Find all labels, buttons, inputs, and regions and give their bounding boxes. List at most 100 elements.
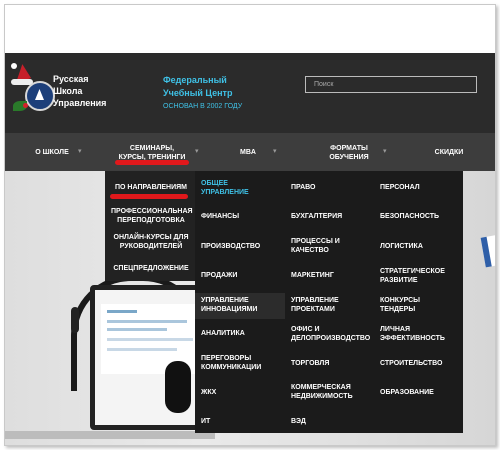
desk-surface xyxy=(5,431,215,439)
nav-label-line-2: ОБУЧЕНИЯ xyxy=(329,154,369,161)
menu-label-line-2: КАЧЕСТВО xyxy=(291,247,329,254)
menu-item-strategic-development[interactable]: СТРАТЕГИЧЕСКОЕ РАЗВИТИЕ xyxy=(380,267,464,285)
nav-item-about[interactable]: О ШКОЛЕ xyxy=(27,148,77,157)
menu-label-line-1: ОФИС И xyxy=(291,326,320,333)
menu-item-education[interactable]: ОБРАЗОВАНИЕ xyxy=(380,388,464,397)
menu-label: БУХГАЛТЕРИЯ xyxy=(291,213,343,220)
menu-label: ВЭД xyxy=(291,418,306,425)
menu-item-law[interactable]: ПРАВО xyxy=(291,183,375,192)
menu-label-line-1: ОБЩЕЕ xyxy=(201,180,228,187)
menu-item-negotiations[interactable]: ПЕРЕГОВОРЫ КОММУНИКАЦИИ xyxy=(201,354,285,372)
nav-item-mba[interactable]: MBA xyxy=(233,148,263,157)
menu-item-foreign-trade[interactable]: ВЭД xyxy=(291,417,375,426)
nav-label-line-1: СЕМИНАРЫ, xyxy=(129,145,175,152)
microphone-icon xyxy=(71,307,79,333)
submenu-label-line-1: ОНЛАЙН-КУРСЫ ДЛЯ xyxy=(113,234,189,241)
menu-item-commercial-realty[interactable]: КОММЕРЧЕСКАЯ НЕДВИЖИМОСТЬ xyxy=(291,383,375,401)
menu-label-line-2: ИННОВАЦИЯМИ xyxy=(201,306,258,313)
menu-label: ПРОИЗВОДСТВО xyxy=(201,243,261,250)
nav-item-formats[interactable]: ФОРМАТЫ ОБУЧЕНИЯ xyxy=(321,144,377,162)
menu-label: ПРАВО xyxy=(291,184,316,191)
tagline-line-1: Федеральный xyxy=(163,75,227,85)
screen-line xyxy=(107,310,137,313)
search-input[interactable] xyxy=(305,76,477,93)
submenu-item-special-offer[interactable]: СПЕЦПРЕДЛОЖЕНИЕ xyxy=(111,264,191,273)
screen-line xyxy=(107,320,187,323)
screen-line xyxy=(107,328,167,331)
nav-label: СКИДКИ xyxy=(434,149,464,156)
menu-item-finance[interactable]: ФИНАНСЫ xyxy=(201,212,285,221)
brand-line-3: Управления xyxy=(53,98,107,108)
menu-label: БЕЗОПАСНОСТЬ xyxy=(380,213,440,220)
menu-item-it[interactable]: ИТ xyxy=(201,417,285,426)
nav-label: MBA xyxy=(240,149,256,156)
tagline-line-2: Учебный Центр xyxy=(163,88,233,98)
menu-item-general-management[interactable]: ОБЩЕЕ УПРАВЛЕНИЕ xyxy=(201,179,285,197)
menu-item-personnel[interactable]: ПЕРСОНАЛ xyxy=(380,183,464,192)
menu-label: ПРОДАЖИ xyxy=(201,272,238,279)
menu-item-tenders[interactable]: КОНКУРСЫ ТЕНДЕРЫ xyxy=(380,296,464,314)
menu-item-trade[interactable]: ТОРГОВЛЯ xyxy=(291,359,375,368)
menu-label: СТРОИТЕЛЬСТВО xyxy=(380,360,443,367)
menu-label-line-1: УПРАВЛЕНИЕ xyxy=(201,297,249,304)
submenu-item-retraining[interactable]: ПРОФЕССИОНАЛЬНАЯ ПЕРЕПОДГОТОВКА xyxy=(111,207,193,225)
menu-label-line-1: ЛИЧНАЯ xyxy=(380,326,411,333)
menu-label-line-1: ПЕРЕГОВОРЫ xyxy=(201,355,252,362)
school-emblem-icon xyxy=(25,81,55,111)
submenu-item-by-direction[interactable]: ПО НАПРАВЛЕНИЯМ xyxy=(111,183,191,192)
menu-label-line-1: КОММЕРЧЕСКАЯ xyxy=(291,384,351,391)
chevron-down-icon: ▾ xyxy=(195,148,199,155)
menu-label: ФИНАНСЫ xyxy=(201,213,240,220)
menu-item-accounting[interactable]: БУХГАЛТЕРИЯ xyxy=(291,212,375,221)
submenu-label-line-2: РУКОВОДИТЕЛЕЙ xyxy=(119,243,183,250)
menu-label: ПЕРСОНАЛ xyxy=(380,184,420,191)
browser-frame: Русская Школа Управления Федеральный Уче… xyxy=(4,4,496,446)
laptop-image xyxy=(90,285,212,430)
hat-pompom-icon xyxy=(11,63,17,69)
nav-label-line-1: ФОРМАТЫ xyxy=(330,145,368,152)
menu-label-line-2: РАЗВИТИЕ xyxy=(380,277,418,284)
menu-item-construction[interactable]: СТРОИТЕЛЬСТВО xyxy=(380,359,464,368)
menu-item-production[interactable]: ПРОИЗВОДСТВО xyxy=(201,242,285,251)
nav-label: О ШКОЛЕ xyxy=(35,149,69,156)
logo[interactable] xyxy=(10,62,55,117)
site-header: Русская Школа Управления Федеральный Уче… xyxy=(5,53,495,133)
holly-berry-icon xyxy=(23,103,28,108)
menu-item-marketing[interactable]: МАРКЕТИНГ xyxy=(291,271,375,280)
main-nav: О ШКОЛЕ ▾ СЕМИНАРЫ, КУРСЫ, ТРЕНИНГИ ▾ MB… xyxy=(5,133,495,171)
menu-label-line-2: ДЕЛОПРОИЗВОДСТВО xyxy=(291,335,371,342)
nav-item-discounts[interactable]: СКИДКИ xyxy=(429,148,469,157)
menu-label: ОБРАЗОВАНИЕ xyxy=(380,389,434,396)
menu-label: МАРКЕТИНГ xyxy=(291,272,334,279)
submenu-label-line-2: ПЕРЕПОДГОТОВКА xyxy=(117,217,185,224)
menu-item-personal-effectiveness[interactable]: ЛИЧНАЯ ЭФФЕКТИВНОСТЬ xyxy=(380,325,464,343)
menu-item-sales[interactable]: ПРОДАЖИ xyxy=(201,271,285,280)
menu-item-innovation-management[interactable]: УПРАВЛЕНИЕ ИННОВАЦИЯМИ xyxy=(201,296,285,314)
menu-label: ЖКХ xyxy=(201,389,217,396)
menu-label: ЛОГИСТИКА xyxy=(380,243,423,250)
selected-item-underline xyxy=(110,194,188,199)
menu-item-analytics[interactable]: АНАЛИТИКА xyxy=(201,329,285,338)
menu-item-processes-quality[interactable]: ПРОЦЕССЫ И КАЧЕСТВО xyxy=(291,237,375,255)
menu-label-line-1: ПРОЦЕССЫ И xyxy=(291,238,340,245)
menu-label-line-2: ЭФФЕКТИВНОСТЬ xyxy=(380,335,445,342)
chevron-down-icon: ▾ xyxy=(383,148,387,155)
chevron-down-icon: ▾ xyxy=(78,148,82,155)
menu-label-line-1: УПРАВЛЕНИЕ xyxy=(291,297,339,304)
menu-item-logistics[interactable]: ЛОГИСТИКА xyxy=(380,242,464,251)
menu-label-line-2: ПРОЕКТАМИ xyxy=(291,306,335,313)
menu-item-project-management[interactable]: УПРАВЛЕНИЕ ПРОЕКТАМИ xyxy=(291,296,375,314)
menu-item-office-paperwork[interactable]: ОФИС И ДЕЛОПРОИЗВОДСТВО xyxy=(291,325,383,343)
screen-line xyxy=(107,348,177,351)
menu-label-line-2: ТЕНДЕРЫ xyxy=(380,306,416,313)
menu-label: ИТ xyxy=(201,418,211,425)
brand-name[interactable]: Русская Школа Управления xyxy=(53,73,106,109)
menu-item-housing-utilities[interactable]: ЖКХ xyxy=(201,388,285,397)
screen-line xyxy=(107,338,193,341)
dropdown-submenu: ПО НАПРАВЛЕНИЯМ ПРОФЕССИОНАЛЬНАЯ ПЕРЕПОД… xyxy=(105,171,195,281)
active-nav-underline xyxy=(115,160,189,165)
submenu-label-line-1: ПРОФЕССИОНАЛЬНАЯ xyxy=(111,208,193,215)
submenu-label: ПО НАПРАВЛЕНИЯМ xyxy=(115,184,187,191)
submenu-item-online-courses[interactable]: ОНЛАЙН-КУРСЫ ДЛЯ РУКОВОДИТЕЛЕЙ xyxy=(111,233,191,251)
menu-item-security[interactable]: БЕЗОПАСНОСТЬ xyxy=(380,212,464,221)
